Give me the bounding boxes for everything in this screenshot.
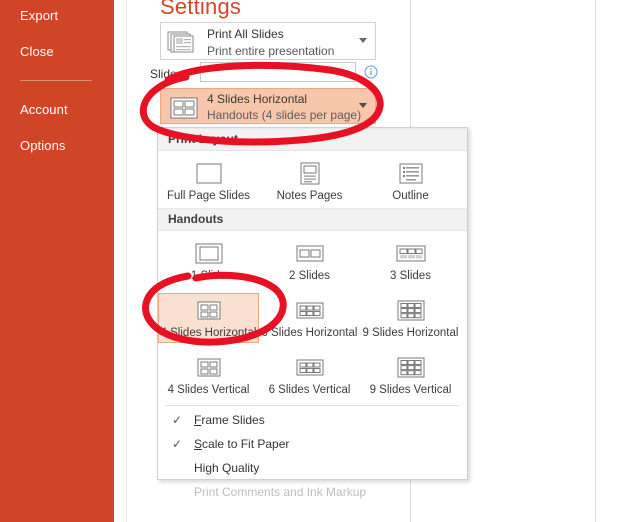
print-layout-dropdown[interactable]: 4 Slides Horizontal Handouts (4 slides p… bbox=[160, 88, 376, 124]
settings-column-divider bbox=[126, 0, 127, 522]
tile-label: 6 Slides Vertical bbox=[268, 384, 351, 396]
sidebar-divider bbox=[20, 80, 92, 81]
outline-icon bbox=[360, 159, 461, 189]
handout-3-icon bbox=[360, 239, 461, 269]
handouts-tile-row: 4 Slides Vertical 6 Slides Vertical 9 Sl… bbox=[158, 345, 467, 402]
tile-full-page-slides[interactable]: Full Page Slides bbox=[158, 156, 259, 206]
print-layout-tile-row: Full Page Slides Notes Pages Outline bbox=[158, 151, 467, 208]
sidebar-item-options[interactable]: Options bbox=[20, 138, 66, 153]
tile-handout-1-slide[interactable]: 1 Slide bbox=[158, 236, 259, 286]
full-page-slide-icon bbox=[158, 159, 259, 189]
menu-item-label: High Quality bbox=[194, 461, 260, 475]
slides-input[interactable] bbox=[200, 62, 356, 82]
handout-4h-icon bbox=[159, 296, 258, 326]
print-range-main-label: Print All Slides bbox=[207, 27, 284, 41]
print-range-sub-label: Print entire presentation bbox=[207, 44, 335, 58]
tile-handout-4-slides-horizontal[interactable]: 4 Slides Horizontal bbox=[158, 293, 259, 343]
menu-item-scale-to-fit-paper[interactable]: ✓ Scale to Fit Paper bbox=[158, 432, 467, 456]
print-all-slides-icon bbox=[167, 30, 201, 54]
tile-handout-4-slides-vertical[interactable]: 4 Slides Vertical bbox=[158, 350, 259, 400]
chevron-down-icon[interactable] bbox=[359, 38, 367, 43]
tile-handout-6-slides-vertical[interactable]: 6 Slides Vertical bbox=[259, 350, 360, 400]
tile-notes-pages[interactable]: Notes Pages bbox=[259, 156, 360, 206]
tile-label: 6 Slides Horizontal bbox=[261, 327, 358, 339]
section-heading-print-layout: Print Layout bbox=[158, 128, 467, 151]
menu-item-print-comments-and-ink-markup: Print Comments and Ink Markup bbox=[158, 480, 467, 504]
backstage-sidebar: Export Close Account Options bbox=[0, 0, 114, 522]
tile-label: 2 Slides bbox=[289, 270, 330, 282]
menu-item-label: Frame Slides bbox=[194, 413, 265, 427]
checkmark-icon: ✓ bbox=[172, 437, 183, 451]
four-slides-horizontal-icon bbox=[167, 96, 201, 120]
handout-2-icon bbox=[259, 239, 360, 269]
info-icon[interactable] bbox=[364, 65, 378, 79]
menu-item-high-quality[interactable]: High Quality bbox=[158, 456, 467, 480]
menu-item-frame-slides[interactable]: ✓ Frame Slides bbox=[158, 408, 467, 432]
handout-6v-icon bbox=[259, 353, 360, 383]
tile-label: 1 Slide bbox=[190, 270, 227, 282]
menu-item-label: Scale to Fit Paper bbox=[194, 437, 290, 451]
handouts-tile-row: 1 Slide 2 Slides 3 Slides bbox=[158, 231, 467, 288]
section-heading-handouts: Handouts bbox=[158, 208, 467, 231]
print-layout-main-label: 4 Slides Horizontal bbox=[207, 92, 308, 106]
menu-divider bbox=[166, 405, 459, 406]
tile-handout-2-slides[interactable]: 2 Slides bbox=[259, 236, 360, 286]
tile-handout-6-slides-horizontal[interactable]: 6 Slides Horizontal bbox=[259, 293, 360, 343]
tile-label: 4 Slides Horizontal bbox=[160, 327, 257, 339]
checkmark-icon: ✓ bbox=[172, 413, 183, 427]
handout-9h-icon bbox=[360, 296, 461, 326]
print-layout-sub-label: Handouts (4 slides per page) bbox=[207, 108, 362, 122]
sidebar-item-close[interactable]: Close bbox=[20, 44, 54, 59]
tile-handout-9-slides-horizontal[interactable]: 9 Slides Horizontal bbox=[360, 293, 461, 343]
tile-label: Notes Pages bbox=[276, 190, 343, 202]
print-layout-menu: Print Layout Full Page Slides Notes Page bbox=[157, 127, 468, 499]
tile-label: Outline bbox=[392, 190, 429, 202]
handouts-tile-row: 4 Slides Horizontal 6 Slides Horizontal bbox=[158, 288, 467, 345]
tile-label: 9 Slides Vertical bbox=[369, 384, 452, 396]
tile-outline[interactable]: Outline bbox=[360, 156, 461, 206]
sidebar-item-export[interactable]: Export bbox=[20, 8, 58, 23]
notes-page-icon bbox=[259, 159, 360, 189]
settings-heading: Settings bbox=[160, 0, 242, 19]
print-range-dropdown[interactable]: Print All Slides Print entire presentati… bbox=[160, 22, 376, 60]
preview-pane-divider-right bbox=[595, 0, 596, 522]
chevron-down-icon[interactable] bbox=[359, 103, 367, 108]
tile-handout-3-slides[interactable]: 3 Slides bbox=[360, 236, 461, 286]
menu-item-label: Print Comments and Ink Markup bbox=[194, 485, 367, 499]
sidebar-item-account[interactable]: Account bbox=[20, 102, 68, 117]
slides-field-label: Slides: bbox=[150, 67, 187, 81]
tile-label: 4 Slides Vertical bbox=[167, 384, 250, 396]
tile-label: Full Page Slides bbox=[166, 190, 251, 202]
handout-1-icon bbox=[158, 239, 259, 269]
tile-handout-9-slides-vertical[interactable]: 9 Slides Vertical bbox=[360, 350, 461, 400]
handout-6h-icon bbox=[259, 296, 360, 326]
handout-4v-icon bbox=[158, 353, 259, 383]
handout-9v-icon bbox=[360, 353, 461, 383]
tile-label: 3 Slides bbox=[390, 270, 431, 282]
tile-label: 9 Slides Horizontal bbox=[362, 327, 459, 339]
